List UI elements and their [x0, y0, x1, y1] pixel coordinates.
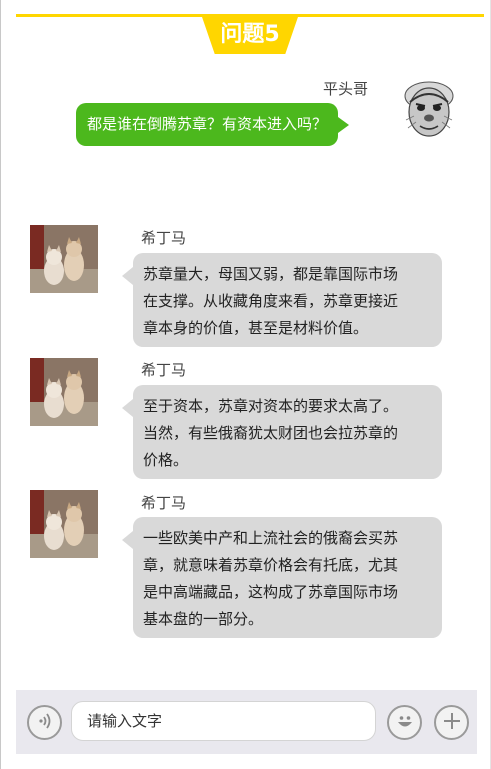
plus-icon: [442, 711, 462, 735]
page-title: 问题5: [220, 22, 280, 47]
message-line: 章本身的价值，甚至是材料价值。: [143, 319, 369, 337]
avatar-pingtouge[interactable]: [396, 76, 462, 142]
emoji-button[interactable]: [387, 705, 422, 740]
message-input[interactable]: 请输入文字: [71, 701, 376, 741]
voice-button[interactable]: [27, 705, 62, 740]
avatar-xidingma[interactable]: [30, 225, 98, 293]
message-line: 价格。: [143, 451, 189, 469]
message-line: 在支撑。从收藏角度来看，苏章更接近: [143, 292, 399, 310]
message-line: 是中高端藏品，这构成了苏章国际市场: [143, 583, 399, 601]
message-bubble-sent: 都是谁在倒腾苏章？有资本进入吗？: [76, 103, 350, 146]
avatar-xidingma[interactable]: [30, 490, 98, 558]
emoji-icon: [394, 710, 416, 736]
message-line: 苏章量大，母国又弱，都是靠国际市场: [143, 265, 399, 283]
message-line: 章，就意味着苏章价格会有托底，尤其: [143, 556, 399, 574]
voice-icon: [35, 711, 55, 735]
message-bubble-received: 一些欧美中产和上流社会的俄裔会买苏 章，就意味着苏章价格会有托底，尤其 是中高端…: [122, 517, 442, 638]
message-line: 基本盘的一部分。: [143, 610, 264, 628]
more-button[interactable]: [434, 705, 469, 740]
message-bubble-received: 至于资本，苏章对资本的要求太高了。 当然，有些俄裔犹太财团也会拉苏章的 价格。: [122, 385, 442, 479]
sender-name: 平头哥: [323, 80, 369, 98]
sender-name: 希丁马: [141, 229, 187, 247]
message-bubble-received: 苏章量大，母国又弱，都是靠国际市场 在支撑。从收藏角度来看，苏章更接近 章本身的…: [122, 253, 442, 347]
left-border: [0, 0, 1, 769]
sender-name: 希丁马: [141, 361, 187, 379]
message-line: 至于资本，苏章对资本的要求太高了。: [143, 397, 399, 415]
message-line: 当然，有些俄裔犹太财团也会拉苏章的: [143, 424, 399, 442]
sender-name: 希丁马: [141, 494, 187, 512]
message-line: 一些欧美中产和上流社会的俄裔会买苏: [143, 529, 399, 547]
avatar-xidingma[interactable]: [30, 358, 98, 426]
